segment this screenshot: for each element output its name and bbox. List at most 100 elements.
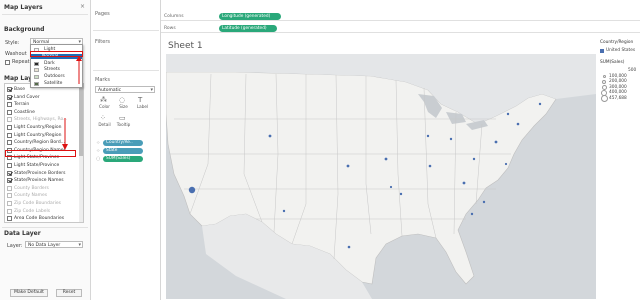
annotation-arrow-down: [62, 118, 68, 150]
longitude-pill[interactable]: Longitude (generated): [219, 13, 281, 20]
reset-button[interactable]: Reset: [56, 289, 82, 297]
layer-label: Country/Region Bord...: [14, 140, 65, 146]
chevron-down-icon: ▾: [78, 242, 81, 248]
legend-title: Country/Region: [600, 40, 634, 45]
layer-checkbox[interactable]: [7, 109, 12, 115]
legend-entry[interactable]: United States: [606, 48, 635, 53]
map-mark[interactable]: [470, 212, 474, 216]
layer-label: Light Country/Region: [14, 125, 62, 130]
size-legend-circle: [602, 74, 606, 78]
latitude-pill[interactable]: Latitude (generated): [219, 25, 277, 32]
layer-checkbox[interactable]: [7, 132, 12, 138]
layer-label: Area Code Boundaries: [14, 216, 65, 222]
layer-item: County Borders: [7, 185, 79, 192]
style-option[interactable]: Dark: [33, 61, 55, 66]
mark-pill[interactable]: State: [103, 148, 143, 154]
map-mark[interactable]: [282, 209, 286, 213]
layer-checkbox[interactable]: [7, 178, 12, 184]
layer-item[interactable]: Terrain: [7, 102, 79, 108]
detail-mark-button[interactable]: ⁘ Detail: [95, 113, 114, 127]
repeat-checkbox[interactable]: [5, 60, 10, 65]
style-option[interactable]: Outdoors: [33, 74, 65, 79]
layer-checkbox[interactable]: [7, 102, 12, 108]
layer-checkbox[interactable]: [7, 94, 12, 100]
layer-checkbox[interactable]: [7, 87, 12, 92]
map-mark[interactable]: [389, 185, 393, 189]
legend-color-swatch: [600, 49, 604, 53]
map-mark[interactable]: [462, 181, 466, 185]
legend-panel: Country/Region United States SUM(Sales) …: [598, 36, 640, 136]
data-layer-select-value: No Data Layer: [28, 243, 61, 248]
washout-label: Washout: [5, 51, 27, 57]
color-mark-button[interactable]: ⁂ Color: [95, 95, 114, 109]
style-option[interactable]: Satellite: [33, 81, 62, 86]
rows-shelf[interactable]: Rows Latitude (generated): [161, 23, 640, 33]
rows-shelf-label: Rows: [164, 26, 176, 31]
layer-checkbox[interactable]: [7, 170, 12, 176]
layer-checkbox[interactable]: [7, 140, 12, 146]
map-mark[interactable]: [426, 134, 430, 138]
layer-item[interactable]: Area Code Boundaries: [7, 216, 79, 222]
columns-shelf-label: Columns: [164, 14, 184, 19]
layer-label: Light Country/Region: [14, 132, 62, 138]
cards-column: Pages Filters Marks Automatic ▾ ⁂ Color ◌ S…: [91, 0, 161, 300]
marks-title: Marks: [95, 77, 110, 83]
map-view[interactable]: [166, 54, 596, 299]
layer-checkbox: [7, 117, 12, 123]
map-mark[interactable]: [506, 112, 510, 116]
layer-item: Zip Code Boundaries: [7, 201, 79, 207]
size-icon: ◌: [119, 96, 126, 104]
make-default-button[interactable]: Make Default: [10, 289, 48, 297]
map-mark[interactable]: [538, 102, 542, 106]
map-mark[interactable]: [384, 157, 388, 161]
mark-button-label: Size: [119, 104, 128, 109]
map-mark[interactable]: [428, 164, 432, 168]
layer-checkbox: [7, 201, 12, 206]
data-layer-header: Data Layer: [4, 230, 41, 237]
layer-list-scrollbar[interactable]: [79, 84, 83, 222]
size-legend-value: 400,000: [609, 90, 627, 96]
detail-icon: ⁘: [96, 148, 101, 154]
map-mark[interactable]: [482, 200, 486, 204]
layer-label: Land Cover: [14, 94, 40, 100]
close-icon[interactable]: ×: [80, 4, 85, 10]
map-mark[interactable]: [472, 157, 476, 161]
size-mark-button[interactable]: ◌ Size: [114, 95, 133, 109]
map-mark[interactable]: [347, 245, 351, 249]
layer-label: Terrain: [14, 102, 30, 108]
map-mark[interactable]: [516, 122, 520, 126]
tooltip-mark-button[interactable]: ▭ Tooltip: [114, 113, 133, 127]
data-layer-select[interactable]: No Data Layer ▾: [25, 241, 83, 248]
mark-button-label: Label: [136, 104, 149, 109]
layer-item[interactable]: Coastline: [7, 109, 79, 116]
size-legend-title: SUM(Sales): [600, 60, 625, 65]
map-mark[interactable]: [449, 137, 453, 141]
detail-icon: ⁘: [100, 114, 106, 122]
layer-label: Base: [14, 87, 25, 92]
pages-title: Pages: [95, 11, 110, 17]
columns-shelf[interactable]: Columns Longitude (generated): [161, 11, 640, 21]
map-mark[interactable]: [346, 164, 350, 168]
layer-checkbox[interactable]: [7, 163, 12, 168]
label-mark-button[interactable]: T Label: [133, 95, 152, 109]
map-mark[interactable]: [188, 186, 196, 194]
mark-type-select[interactable]: Automatic ▾: [95, 86, 155, 93]
map-mark[interactable]: [494, 140, 498, 144]
size-legend-value: 100,000: [609, 73, 627, 79]
map-mark[interactable]: [399, 192, 403, 196]
layer-item[interactable]: State/Province Borders: [7, 170, 79, 177]
highlight-box: [5, 150, 76, 157]
filters-title: Filters: [95, 39, 110, 45]
mark-pill[interactable]: Country/Re..: [103, 140, 143, 146]
label-icon: T: [138, 96, 143, 104]
layer-item[interactable]: Land Cover: [7, 94, 79, 101]
style-option[interactable]: Streets: [33, 67, 60, 72]
layer-item[interactable]: State/Province Names: [7, 178, 79, 184]
map-mark[interactable]: [268, 134, 272, 138]
mark-pill[interactable]: SUM(Sales): [103, 156, 143, 162]
layer-checkbox[interactable]: [7, 125, 12, 130]
size-legend-circle: [602, 79, 606, 84]
layer-item[interactable]: Light State/Province: [7, 163, 79, 169]
map-mark[interactable]: [504, 162, 508, 166]
layer-checkbox[interactable]: [7, 216, 12, 222]
